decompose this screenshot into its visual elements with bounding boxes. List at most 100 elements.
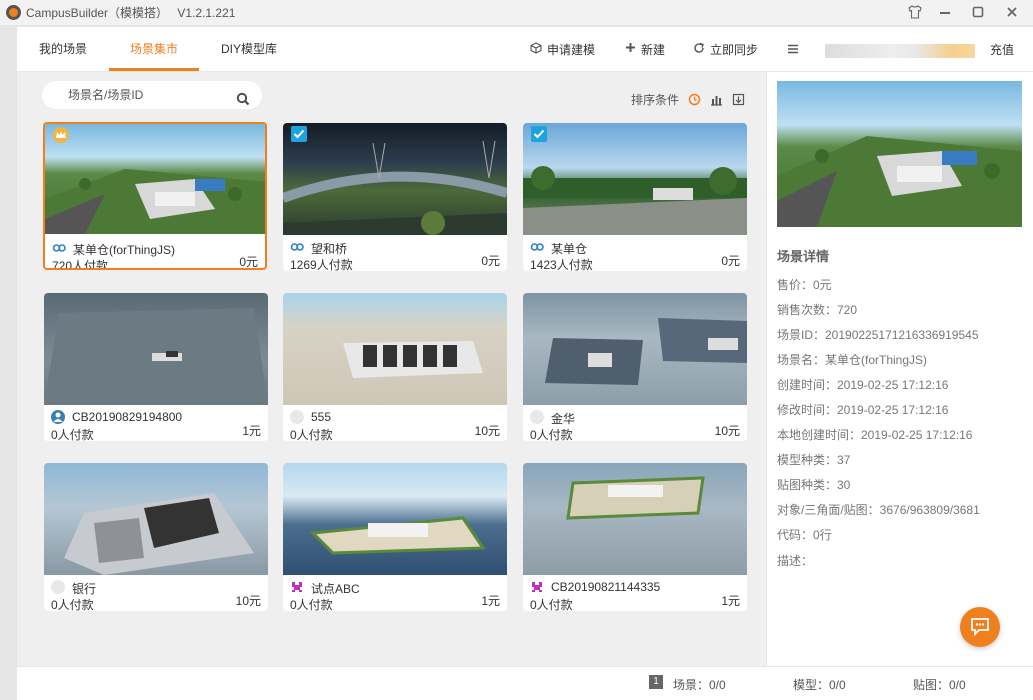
detail-created: 创建时间：2019-02-25 17:12:16 [777, 378, 949, 392]
apply-modeling-label: 申请建模 [547, 42, 596, 57]
scene-price: 10元 [474, 424, 500, 438]
refresh-icon [692, 42, 706, 57]
thingjs-avatar-icon [52, 241, 66, 255]
status-model-count: 模型：0/0 [793, 678, 846, 692]
scene-name: 555 [311, 410, 332, 424]
scene-price: 1元 [481, 594, 500, 608]
title-bar: CampusBuilder（模模搭） V1.2.1.221 [0, 0, 1033, 25]
scene-card[interactable]: 某单仓(forThingJS) 720人付款 0元 [43, 122, 267, 270]
close-icon[interactable] [1002, 3, 1022, 21]
cube-icon [529, 41, 543, 57]
status-flag-icon: 1 [649, 675, 663, 689]
new-label: 新建 [641, 42, 666, 57]
apply-modeling-button[interactable]: 申请建模 [529, 40, 595, 58]
scene-purchase-count: 0人付款 [530, 598, 573, 611]
empty-avatar-icon [51, 580, 65, 594]
scene-card[interactable]: 银行 0人付款 10元 [44, 463, 268, 611]
app-title: CampusBuilder（模模搭） [26, 6, 169, 20]
sync-now-button[interactable]: 立即同步 [692, 40, 758, 58]
scene-price: 10元 [235, 594, 261, 608]
scene-name: 某单仓 [551, 242, 588, 256]
scene-card[interactable]: CB20190829194800 0人付款 1元 [44, 293, 268, 441]
verified-badge-icon [530, 125, 548, 143]
detail-local-created: 本地创建时间：2019-02-25 17:12:16 [777, 428, 973, 442]
status-bar: 1 场景：0/0 模型：0/0 贴图：0/0 [17, 666, 1033, 700]
scene-detail-panel: 场景详情 售价：0元 销售次数：720 场景ID：201902251712163… [766, 72, 1033, 666]
search-icon[interactable] [236, 88, 250, 106]
detail-code: 代码：0行 [777, 528, 832, 542]
bar-chart-icon[interactable] [709, 93, 723, 107]
user-account-bar[interactable] [825, 44, 975, 58]
scene-price: 10元 [714, 424, 740, 438]
pixel-avatar-icon [290, 580, 304, 594]
scene-name: CB20190829194800 [72, 410, 183, 424]
download-sort-icon[interactable] [731, 93, 745, 107]
scene-name: 试点ABC [311, 582, 360, 596]
scene-name: 金华 [551, 412, 576, 426]
status-texture-count: 贴图：0/0 [913, 678, 966, 692]
scene-card[interactable]: 望和桥 1269人付款 0元 [283, 123, 507, 271]
user-avatar-icon [51, 410, 65, 424]
tab-diy-models[interactable]: DIY模型库 [209, 27, 289, 71]
recharge-button[interactable]: 充值 [990, 40, 1014, 58]
scene-thumbnail [523, 293, 747, 405]
empty-avatar-icon [530, 410, 544, 424]
new-button[interactable]: 新建 [623, 40, 665, 58]
scene-price: 0元 [481, 254, 500, 268]
detail-scene-id: 场景ID：20190225171216336919545 [777, 328, 979, 342]
scene-purchase-count: 1269人付款 [290, 258, 353, 271]
scene-thumbnail [283, 293, 507, 405]
sync-now-label: 立即同步 [710, 42, 759, 57]
search-placeholder: 场景名/场景ID [68, 88, 144, 102]
chat-button[interactable] [960, 607, 1000, 647]
active-tab-indicator [109, 68, 199, 71]
minimize-icon[interactable] [935, 3, 955, 21]
scene-card[interactable]: 某单仓 1423人付款 0元 [523, 123, 747, 271]
scene-preview-image [777, 81, 1022, 227]
scene-purchase-count: 0人付款 [290, 428, 333, 441]
maximize-icon[interactable] [968, 3, 988, 21]
scene-card[interactable]: 试点ABC 0人付款 1元 [283, 463, 507, 611]
scene-card[interactable]: 555 0人付款 10元 [283, 293, 507, 441]
detail-model-types: 模型种类：37 [777, 453, 851, 467]
scene-thumbnail [523, 463, 747, 575]
scene-name: 银行 [72, 582, 97, 596]
app-logo-icon [6, 5, 21, 20]
scene-purchase-count: 0人付款 [51, 428, 94, 441]
scene-price: 0元 [721, 254, 740, 268]
detail-description: 描述： [777, 554, 814, 568]
scene-purchase-count: 0人付款 [290, 598, 333, 611]
scene-thumbnail [523, 123, 747, 235]
tab-scene-market[interactable]: 场景集市 [109, 27, 199, 71]
chat-icon [969, 616, 991, 639]
scene-price: 0元 [239, 255, 258, 269]
detail-sales: 销售次数：720 [777, 303, 858, 317]
sort-options: 排序条件 [631, 91, 745, 108]
empty-avatar-icon [290, 410, 304, 424]
thingjs-avatar-icon [290, 240, 304, 254]
sort-label: 排序条件 [631, 93, 680, 107]
status-scene-count: 场景：0/0 [673, 678, 726, 692]
thingjs-avatar-icon [530, 240, 544, 254]
scene-thumbnail [44, 293, 268, 405]
scene-name: 某单仓(forThingJS) [73, 243, 176, 257]
detail-heading: 场景详情 [777, 249, 830, 264]
scene-card[interactable]: 金华 0人付款 10元 [523, 293, 747, 441]
detail-scene-name: 场景名：某单仓(forThingJS) [777, 353, 928, 367]
scene-name: CB20190821144335 [551, 580, 661, 594]
menu-icon[interactable] [787, 40, 799, 58]
scene-price: 1元 [721, 594, 740, 608]
clock-icon[interactable] [687, 93, 701, 107]
scene-card[interactable]: CB20190821144335 0人付款 1元 [523, 463, 747, 611]
scene-market-content: 场景名/场景ID 排序条件 某单仓(forThingJS) 720人付款 0元 … [17, 72, 766, 700]
app-version: V1.2.1.221 [177, 6, 236, 20]
scene-purchase-count: 720人付款 [52, 259, 109, 270]
pixel-avatar-icon [530, 580, 544, 594]
plus-icon [623, 42, 637, 56]
main-window: 我的场景 场景集市 DIY模型库 申请建模 新建 立即同步 充值 场景名/场景I… [17, 27, 1033, 700]
tab-my-scenes[interactable]: 我的场景 [27, 27, 99, 71]
window-title: CampusBuilder（模模搭） V1.2.1.221 [26, 4, 241, 21]
search-input[interactable]: 场景名/场景ID [42, 81, 262, 109]
skin-icon[interactable] [905, 3, 925, 21]
scene-thumbnail [44, 463, 268, 575]
